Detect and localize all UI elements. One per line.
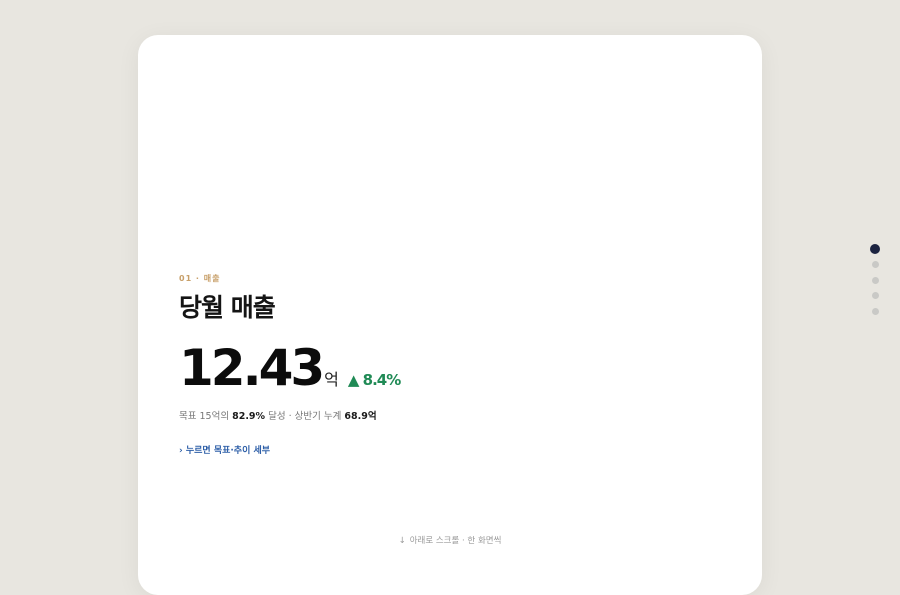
- slide-content: 01 · 매출 당월 매출 12.43 억 ▲ 8.4% 목표 15억의 82.…: [179, 273, 401, 456]
- arrow-down-icon: ↓: [398, 536, 406, 546]
- page-title: 당월 매출: [179, 293, 276, 322]
- summary-middle: 달성 · 상반기 누계: [265, 411, 345, 422]
- slide-card: 01 · 매출 당월 매출 12.43 억 ▲ 8.4% 목표 15억의 82.…: [138, 35, 762, 595]
- scroll-hint-text: 아래로 스크롤 · 한 화면씩: [409, 536, 502, 546]
- pagination-dot-4[interactable]: [871, 292, 879, 299]
- summary-prefix: 목표 15억의: [179, 411, 233, 422]
- detail-link[interactable]: › 누르면 목표·추이 세부: [179, 443, 400, 456]
- cumulative-value: 68.9억: [344, 411, 377, 422]
- pagination-dot-2[interactable]: [871, 261, 879, 268]
- metric-summary: 목표 15억의 82.9% 달성 · 상반기 누계 68.9억: [179, 408, 400, 422]
- delta-badge: ▲ 8.4%: [347, 371, 401, 389]
- metric-row: 12.43 억 ▲ 8.4%: [179, 339, 401, 397]
- pagination-dot-1[interactable]: [870, 244, 880, 254]
- pagination-dot-3[interactable]: [871, 276, 879, 284]
- achievement-percent: 82.9%: [232, 411, 266, 422]
- slide-pagination: [870, 244, 880, 323]
- pagination-dot-5[interactable]: [871, 307, 879, 315]
- scroll-hint: ↓ 아래로 스크롤 · 한 화면씩: [138, 534, 762, 546]
- metric-unit: 억: [324, 370, 339, 389]
- metric-value: 12.43: [179, 339, 325, 397]
- section-eyebrow: 01 · 매출: [179, 274, 221, 283]
